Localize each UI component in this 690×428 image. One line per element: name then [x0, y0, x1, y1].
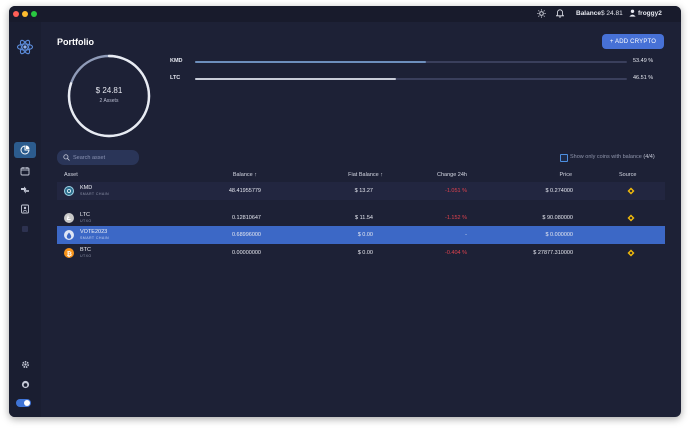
- sidebar-item-wallet-icon[interactable]: [18, 164, 32, 178]
- sidebar-item-addressbook-icon[interactable]: [18, 202, 32, 216]
- balance-label: Balance: [576, 10, 601, 17]
- atomic-logo-icon: [16, 38, 34, 56]
- asset-balance: 0.12810647: [231, 215, 261, 221]
- column-header-price[interactable]: Price: [524, 172, 572, 178]
- binance-icon: [627, 214, 635, 222]
- vote2023-icon: [64, 230, 74, 240]
- show-balance-only-checkbox[interactable]: [560, 154, 568, 162]
- add-crypto-button[interactable]: + ADD CRYPTO: [602, 34, 664, 49]
- theme-sun-icon[interactable]: [537, 9, 546, 22]
- asset-change-24h: -: [465, 232, 467, 238]
- asset-type: UTXO: [80, 219, 92, 223]
- distribution-bar-ltc: [195, 78, 627, 80]
- minimize-window-button[interactable]: [22, 11, 28, 17]
- bell-icon[interactable]: [555, 9, 565, 22]
- asset-change-24h: -1.051 %: [444, 188, 467, 194]
- distribution-bar-fill-kmd: [195, 61, 427, 63]
- username[interactable]: froggy2: [638, 9, 662, 19]
- column-header-source[interactable]: Source: [619, 172, 636, 178]
- page-title: Portfolio: [57, 37, 94, 47]
- search-box: [57, 150, 139, 165]
- column-header-fiat[interactable]: Fiat Balance ↑: [325, 172, 383, 178]
- asset-balance: 0.00000000: [231, 250, 261, 256]
- balance-value: $ 24.81: [601, 10, 623, 17]
- title-bar: Balance $ 24.81 froggy2: [9, 6, 681, 22]
- app-window: Balance $ 24.81 froggy2 Portfolio + ADD …: [9, 6, 681, 417]
- sidebar-item-portfolio-icon[interactable]: [18, 143, 32, 157]
- asset-fiat-balance: $ 13.27: [354, 188, 373, 194]
- search-icon: [63, 154, 70, 161]
- sort-arrow-icon: ↑: [380, 172, 383, 178]
- binance-icon: [627, 187, 635, 195]
- asset-type: SMART CHAIN: [80, 236, 110, 240]
- column-header-change[interactable]: Change 24h: [419, 172, 467, 178]
- kmd-icon: [64, 186, 74, 196]
- table-row-btc[interactable]: ₿ BTC UTXO 0.00000000 $ 0.00 -0.404 % $ …: [57, 244, 665, 262]
- asset-type: UTXO: [80, 254, 92, 258]
- maximize-window-button[interactable]: [31, 11, 37, 17]
- asset-balance: 0.68996000: [231, 232, 261, 238]
- asset-name: BTC: [80, 247, 91, 253]
- table-row-kmd[interactable]: KMD SMART CHAIN 48.41955779 $ 13.27 -1.0…: [57, 182, 665, 200]
- asset-name: VOTE2023: [80, 229, 108, 235]
- user-icon[interactable]: [629, 9, 636, 21]
- sidebar-item-dex-icon[interactable]: [18, 183, 32, 197]
- binance-icon: [627, 249, 635, 257]
- asset-price: $ 0.000000: [545, 232, 573, 238]
- portfolio-total: $ 24.81: [95, 86, 123, 95]
- svg-text:₿: ₿: [67, 250, 72, 257]
- ltc-icon: [64, 213, 74, 223]
- column-header-balance-label: Balance: [232, 172, 253, 178]
- distribution-label-kmd: KMD: [170, 58, 183, 64]
- support-icon[interactable]: [18, 377, 32, 391]
- settings-gear-icon[interactable]: [18, 357, 32, 371]
- asset-price: $ 27877.310000: [533, 250, 573, 256]
- distribution-percent-kmd: 53.49 %: [633, 58, 654, 64]
- theme-toggle[interactable]: [16, 399, 31, 407]
- asset-change-24h: -0.404 %: [444, 250, 467, 256]
- sidebar: [9, 22, 41, 417]
- table-row-vote2023[interactable]: VOTE2023 SMART CHAIN 0.68996000 $ 0.00 -…: [57, 226, 665, 244]
- column-header-asset[interactable]: Asset: [64, 172, 78, 178]
- show-balance-only-label[interactable]: Show only coins with balance (4/4): [570, 154, 655, 160]
- asset-name: LTC: [80, 212, 90, 218]
- asset-fiat-balance: $ 0.00: [357, 250, 373, 256]
- close-window-button[interactable]: [13, 11, 19, 17]
- column-header-fiat-label: Fiat Balance: [348, 172, 379, 178]
- sidebar-item-disabled-icon: [18, 222, 32, 236]
- asset-price: $ 0.274000: [545, 188, 573, 194]
- filter-text: Show only coins with balance: [570, 154, 642, 160]
- column-header-balance[interactable]: Balance ↑: [209, 172, 257, 178]
- sort-arrow-icon: ↑: [254, 172, 257, 178]
- portfolio-ring: [67, 54, 151, 138]
- search-input[interactable]: [73, 150, 135, 165]
- asset-type: SMART CHAIN: [80, 192, 110, 196]
- asset-fiat-balance: $ 0.00: [357, 232, 373, 238]
- asset-balance: 48.41955779: [228, 188, 261, 194]
- asset-change-24h: -1.152 %: [444, 215, 467, 221]
- distribution-label-ltc: LTC: [170, 75, 181, 81]
- distribution-bar-fill-ltc: [195, 78, 396, 80]
- asset-name: KMD: [80, 185, 93, 191]
- btc-icon: ₿: [64, 248, 74, 258]
- portfolio-asset-count: 2 Assets: [99, 98, 119, 104]
- asset-price: $ 90.080000: [542, 215, 573, 221]
- distribution-bar-kmd: [195, 61, 627, 63]
- table-row-ltc[interactable]: LTC UTXO 0.12810647 $ 11.54 -1.152 % $ 9…: [57, 209, 665, 227]
- asset-fiat-balance: $ 11.54: [355, 215, 373, 221]
- distribution-percent-ltc: 46.51 %: [633, 75, 654, 81]
- filter-count: (4/4): [643, 154, 655, 160]
